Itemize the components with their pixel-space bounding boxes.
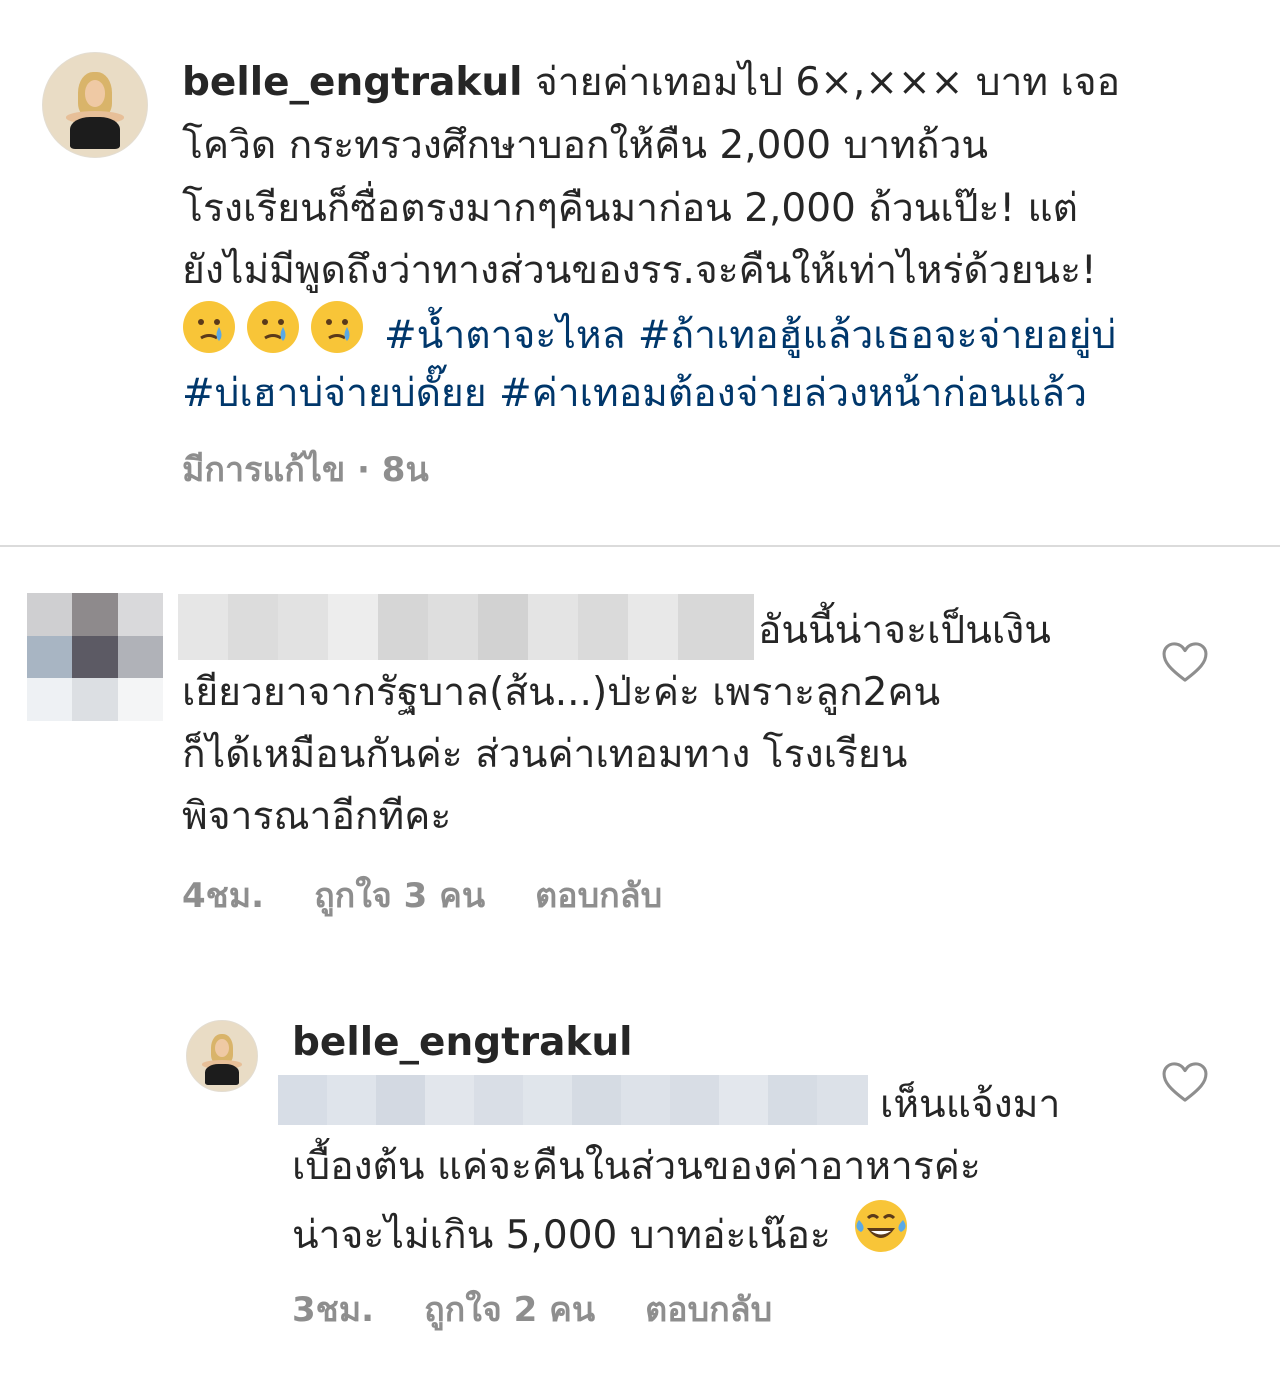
post-caption-text: จ่ายค่าเทอมไป 6×,××× บาท เจอ [522, 60, 1121, 105]
reply-author-avatar[interactable] [186, 1020, 258, 1092]
reply-time: 3ชม. [292, 1290, 375, 1330]
hashtag-link[interactable]: #บ่เฮาบ่จ่ายบ่ดั๊ยย #ค่าเทอมต้องจ่ายล่วง… [182, 363, 1087, 425]
heart-icon[interactable] [1162, 1062, 1208, 1102]
comment-time: 4ชม. [182, 876, 265, 916]
comment-likes-link[interactable]: ถูกใจ 3 คน [314, 876, 485, 916]
crying-face-icon [247, 301, 299, 353]
commenter-avatar-pixelated[interactable] [27, 593, 163, 721]
divider [0, 545, 1280, 547]
post-meta: มีการแก้ไข · 8น [182, 450, 429, 490]
comment-meta: 4ชม. ถูกใจ 3 คน ตอบกลับ [182, 872, 712, 920]
reply-text: น่าจะไม่เกิน 5,000 บาทอ่ะเน๊อะ [292, 1213, 831, 1258]
reply-meta: 3ชม. ถูกใจ 2 คน ตอบกลับ [292, 1286, 822, 1334]
avatar-dress [205, 1064, 239, 1086]
post-author-avatar[interactable] [42, 52, 148, 158]
comment-text-line-3: ก็ได้เหมือนกันค่ะ ส่วนค่าเทอมทาง โรงเรีย… [182, 732, 908, 777]
reply-author-username[interactable]: belle_engtrakul [292, 1012, 632, 1074]
post-author-username[interactable]: belle_engtrakul [182, 60, 522, 105]
post-caption-line-4: ยังไม่มีพูดถึงว่าทางส่วนของรร.จะคืนให้เท… [182, 248, 1097, 293]
reply-text-line-1: เห็นแจ้งมา [880, 1082, 1061, 1127]
commenter-username-pixelated[interactable] [178, 594, 754, 660]
heart-icon[interactable] [1162, 642, 1208, 682]
post-caption-line-1: belle_engtrakul จ่ายค่าเทอมไป 6×,××× บาท… [182, 52, 1120, 114]
post-caption-line-5: #น้ำตาจะไหล #ถ้าเทอฮู้แล้วเธอจะจ่ายอยู่บ… [182, 300, 1116, 367]
mentioned-username-pixelated[interactable] [278, 1075, 868, 1125]
comment-reply-button[interactable]: ตอบกลับ [535, 876, 662, 916]
comment-text-line-4: พิจารณาอีกทีคะ [182, 794, 452, 839]
hashtag-link[interactable]: #น้ำตาจะไหล #ถ้าเทอฮู้แล้วเธอจะจ่ายอยู่บ… [384, 313, 1116, 358]
laughing-tears-icon [855, 1200, 908, 1252]
crying-face-icon [183, 301, 235, 353]
crying-face-icon [311, 301, 363, 353]
reply-reply-button[interactable]: ตอบกลับ [645, 1290, 772, 1330]
comment-text-line-1: อันนี้น่าจะเป็นเงิน [758, 608, 1051, 653]
comment-text-line-2: เยียวยาจากรัฐบาล(ส้น...)ป่ะค่ะ เพราะลูก2… [182, 670, 941, 715]
post-caption-line-2: โควิด กระทรวงศึกษาบอกให้คืน 2,000 บาทถ้ว… [182, 123, 989, 168]
reply-text-line-2: เบื้องต้น แค่จะคืนในส่วนของค่าอาหารค่ะ [292, 1144, 981, 1189]
avatar-dress [70, 117, 120, 149]
reply-likes-link[interactable]: ถูกใจ 2 คน [424, 1290, 595, 1330]
reply-text-line-3: น่าจะไม่เกิน 5,000 บาทอ่ะเน๊อะ [292, 1198, 919, 1267]
post-caption-line-3: โรงเรียนก็ซื่อตรงมากๆคืนมาก่อน 2,000 ถ้ว… [182, 186, 1078, 231]
